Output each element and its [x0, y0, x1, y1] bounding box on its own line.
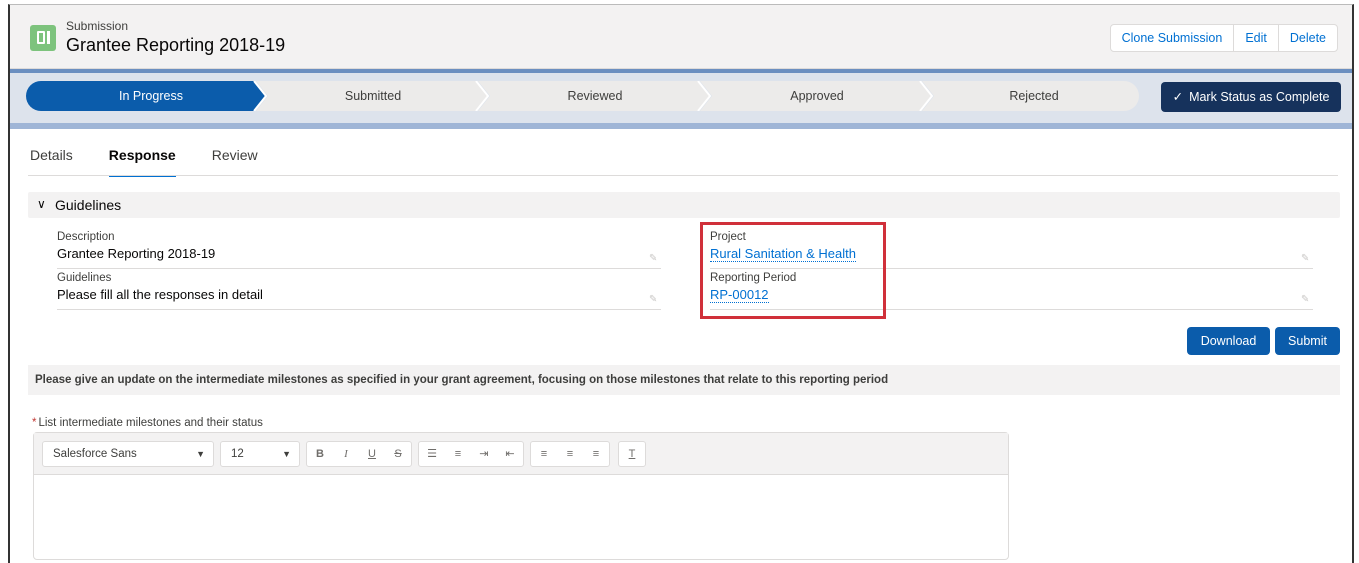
clear-formatting-icon[interactable]: T — [619, 442, 645, 466]
path-stage-submitted[interactable]: Submitted — [268, 81, 478, 111]
tab-review[interactable]: Review — [212, 147, 258, 177]
numbered-list-icon[interactable]: ≡ — [445, 442, 471, 466]
editor-toolbar: Salesforce Sans ▼ 12 ▼ B I U S ☰ ≡ ⇥ ⇤ ≡… — [34, 433, 1008, 475]
record-tabs: Details Response Review — [30, 147, 294, 177]
chevron-down-icon: ∨ — [37, 197, 46, 211]
header-actions: Clone Submission Edit Delete — [1109, 24, 1338, 52]
align-group: ≡ ≡ ≡ — [530, 441, 610, 467]
bulleted-list-icon[interactable]: ☰ — [419, 442, 445, 466]
app-frame: Submission Grantee Reporting 2018-19 Clo… — [8, 4, 1354, 563]
tab-details[interactable]: Details — [30, 147, 73, 177]
description-value: Grantee Reporting 2018-19 — [57, 246, 216, 261]
edit-pencil-icon[interactable]: ✎ — [649, 253, 659, 264]
outdent-icon[interactable]: ⇤ — [497, 442, 523, 466]
italic-button[interactable]: I — [333, 442, 359, 466]
caret-down-icon: ▼ — [282, 449, 291, 459]
highlight-box — [700, 222, 886, 319]
align-right-icon[interactable]: ≡ — [583, 442, 609, 466]
edit-button[interactable]: Edit — [1233, 25, 1278, 51]
required-marker: * — [32, 417, 37, 429]
guidelines-section-header[interactable]: ∨ Guidelines — [28, 192, 1340, 218]
font-family-select[interactable]: Salesforce Sans ▼ — [42, 441, 214, 467]
font-size-select[interactable]: 12 ▼ — [220, 441, 300, 467]
guidelines-value: Please fill all the responses in detail — [57, 287, 263, 302]
description-field: Description Grantee Reporting 2018-19 ✎ — [57, 231, 661, 269]
caret-down-icon: ▼ — [196, 449, 205, 459]
font-family-value: Salesforce Sans — [53, 448, 137, 460]
align-center-icon[interactable]: ≡ — [557, 442, 583, 466]
guidelines-label: Guidelines — [57, 272, 112, 284]
status-path: In Progress Submitted Reviewed Approved … — [26, 81, 1139, 111]
delete-button[interactable]: Delete — [1277, 25, 1337, 51]
download-button[interactable]: Download — [1187, 327, 1270, 355]
milestones-field-label: * List intermediate milestones and their … — [32, 417, 263, 429]
check-icon: ✓ — [1172, 90, 1184, 104]
milestones-label-text: List intermediate milestones and their s… — [38, 417, 263, 429]
record-title: Grantee Reporting 2018-19 — [66, 35, 286, 55]
strikethrough-button[interactable]: S — [385, 442, 411, 466]
underline-button[interactable]: U — [359, 442, 385, 466]
edit-pencil-icon[interactable]: ✎ — [1301, 294, 1311, 305]
list-group: ☰ ≡ ⇥ ⇤ — [418, 441, 524, 467]
format-group: B I U S — [306, 441, 412, 467]
clone-submission-button[interactable]: Clone Submission — [1111, 25, 1234, 51]
edit-pencil-icon[interactable]: ✎ — [649, 294, 659, 305]
rich-text-editor: Salesforce Sans ▼ 12 ▼ B I U S ☰ ≡ ⇥ ⇤ ≡… — [33, 432, 1009, 560]
submit-button[interactable]: Submit — [1275, 327, 1340, 355]
description-label: Description — [57, 231, 115, 243]
path-stage-in-progress[interactable]: In Progress — [46, 81, 256, 111]
indent-icon[interactable]: ⇥ — [471, 442, 497, 466]
edit-pencil-icon[interactable]: ✎ — [1301, 253, 1311, 264]
tab-response[interactable]: Response — [108, 147, 176, 177]
align-left-icon[interactable]: ≡ — [531, 442, 557, 466]
record-content: Details Response Review ∨ Guidelines Des… — [10, 129, 1352, 563]
object-type-label: Submission — [66, 19, 129, 33]
submission-icon — [30, 25, 56, 51]
tabs-divider — [28, 175, 1338, 176]
question-prompt: Please give an update on the intermediat… — [28, 365, 1340, 395]
mark-status-label: Mark Status as Complete — [1189, 90, 1330, 104]
clear-group: T — [618, 441, 646, 467]
path-stage-approved[interactable]: Approved — [712, 81, 922, 111]
path-stage-reviewed[interactable]: Reviewed — [490, 81, 700, 111]
guidelines-field: Guidelines Please fill all the responses… — [57, 272, 661, 310]
record-header: Submission Grantee Reporting 2018-19 Clo… — [10, 5, 1352, 69]
mark-status-complete-button[interactable]: ✓ Mark Status as Complete — [1161, 82, 1341, 112]
section-title: Guidelines — [55, 197, 122, 213]
path-stage-rejected[interactable]: Rejected — [934, 81, 1134, 111]
font-size-value: 12 — [231, 448, 244, 460]
bold-button[interactable]: B — [307, 442, 333, 466]
